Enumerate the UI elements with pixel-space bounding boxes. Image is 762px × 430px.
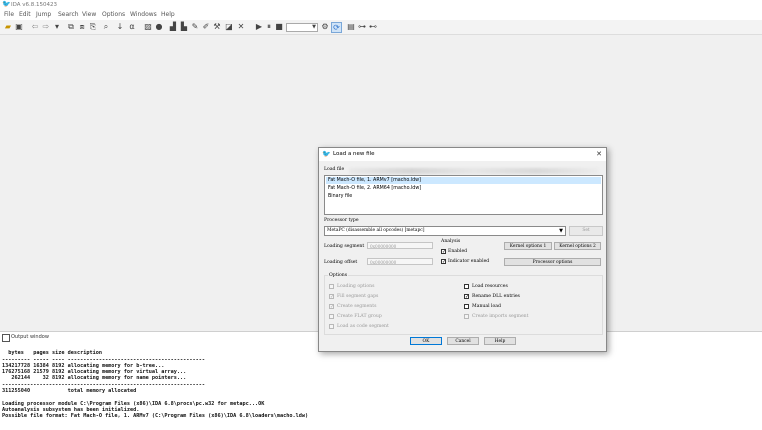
indicator-enabled-label: Indicator enabled (448, 259, 490, 264)
dropdown-arrow-icon[interactable]: ▾ (52, 22, 62, 32)
bar-chart-icon[interactable]: ▙ (179, 22, 189, 32)
create-imports-segment-checkbox (464, 314, 469, 319)
sync-icon[interactable]: ⟳ (331, 22, 342, 33)
loading-options-label: Loading options (337, 284, 375, 289)
processor-type-label: Processor type (324, 218, 359, 223)
output-window-title: Output window (11, 334, 49, 340)
manual-load-label: Manual load (472, 304, 501, 309)
circle-icon[interactable]: ● (154, 22, 164, 32)
output-window[interactable]: bytes pages size description --------- -… (0, 344, 762, 430)
chevron-down-icon: ▼ (312, 24, 316, 30)
manual-load-checkbox[interactable] (464, 304, 469, 309)
enabled-checkbox[interactable]: ✓ (441, 249, 446, 255)
menu-search[interactable]: Search (58, 11, 79, 19)
processor-type-select[interactable]: MetaPC (disassemble all opcodes) [metapc… (324, 226, 566, 236)
cross-icon[interactable]: ✕ (236, 22, 246, 32)
loader-list[interactable]: Fat Mach-O file, 1. ARMv7 [macho.ldw] Fa… (324, 175, 603, 215)
down-arrow-icon[interactable]: ↓ (115, 22, 125, 32)
hex-view-icon[interactable]: ▤ (346, 22, 356, 32)
stop-icon[interactable]: ■ (274, 22, 284, 32)
menu-file[interactable]: File (4, 11, 14, 19)
flow-graph-icon[interactable]: ⊶ (357, 22, 367, 32)
analysis-label: Analysis (441, 239, 461, 244)
loading-segment-label: Loading segment (324, 244, 365, 249)
loading-offset-field[interactable]: 0x00000000 (367, 258, 433, 265)
loading-offset-label: Loading offset (324, 260, 358, 265)
create-imports-segment-label: Create imports segment (472, 314, 529, 319)
menu-edit[interactable]: Edit (19, 11, 31, 19)
enabled-label: Enabled (448, 249, 468, 254)
text-search-icon[interactable]: ⍺ (127, 22, 137, 32)
options-label: Options (328, 273, 349, 279)
create-flat-group-label: Create FLAT group (337, 314, 382, 319)
output-window-icon (2, 334, 10, 342)
menu-options[interactable]: Options (102, 11, 125, 19)
dialog-title: Load a new file (333, 151, 375, 157)
create-segments-label: Create segments (337, 304, 377, 309)
kernel-options-2-button[interactable]: Kernel options 2 (554, 242, 601, 250)
play-icon[interactable]: ▶ (254, 22, 264, 32)
list-item-binary[interactable]: Binary file (326, 193, 601, 200)
help-button[interactable]: Help (484, 337, 516, 345)
ida-dialog-icon: 🐦 (322, 150, 331, 158)
rename-dll-entries-checkbox[interactable]: ✓ (464, 294, 469, 300)
pause-icon[interactable]: ⏸ (264, 22, 274, 32)
tool-icon[interactable]: ⚒ (212, 22, 222, 32)
brush-icon[interactable]: ✐ (201, 22, 211, 32)
menu-help[interactable]: Help (161, 11, 175, 19)
binoculars-icon[interactable]: ⌕ (101, 22, 111, 32)
load-as-code-segment-checkbox (329, 324, 334, 329)
create-segments-checkbox: ✓ (329, 304, 335, 310)
image-icon[interactable]: ▨ (143, 22, 153, 32)
load-file-label: Load file (324, 167, 345, 172)
dialog-title-bar: 🐦 Load a new file ✕ (319, 148, 606, 161)
menu-jump[interactable]: Jump (36, 11, 51, 19)
debugger-select[interactable]: ▼ (286, 23, 318, 32)
close-icon[interactable]: ✕ (596, 150, 602, 159)
chevron-down-icon: ▼ (559, 228, 563, 234)
kernel-options-1-button[interactable]: Kernel options 1 (504, 242, 552, 250)
output-log: bytes pages size description --------- -… (2, 350, 309, 420)
debug-settings-icon[interactable]: ⚙ (320, 22, 330, 32)
list-item-arm64[interactable]: Fat Mach-O file, 2. ARM64 [macho.ldw] (326, 185, 601, 192)
menu-bar: File Edit Jump Search View Options Windo… (0, 10, 762, 20)
call-graph-icon[interactable]: ⊷ (368, 22, 378, 32)
fill-segment-gaps-checkbox: ✓ (329, 294, 335, 300)
pencil-icon[interactable]: ✎ (190, 22, 200, 32)
load-resources-label: Load resources (472, 284, 508, 289)
create-flat-group-checkbox (329, 314, 334, 319)
copy-icon[interactable]: ⧉ (66, 22, 76, 32)
rename-dll-entries-label: Rename DLL entries (472, 294, 520, 299)
forward-arrow-icon[interactable]: ⇨ (41, 22, 51, 32)
list-item-armv7[interactable]: Fat Mach-O file, 1. ARMv7 [macho.ldw] (326, 177, 601, 184)
open-folder-icon[interactable]: ▰ (3, 22, 13, 32)
set-button[interactable]: Set (569, 226, 603, 236)
graph-icon[interactable]: ◪ (224, 22, 234, 32)
load-file-dialog: 🐦 Load a new file ✕ Load file Fat Mach-O… (318, 147, 607, 352)
processor-options-button[interactable]: Processor options (504, 258, 601, 266)
back-arrow-icon[interactable]: ⇦ (30, 22, 40, 32)
title-bar: 🐦 IDA v6.8.150423 (0, 0, 762, 10)
processor-type-value: MetaPC (disassemble all opcodes) [metapc… (327, 228, 425, 233)
clipboard-icon[interactable]: ⎘ (88, 22, 98, 32)
ok-button[interactable]: OK (410, 337, 442, 345)
toolbar: ▰ ▣ ⇦ ⇨ ▾ ⧉ ⧈ ⎘ ⌕ ↓ ⍺ ▨ ● ▟ ▙ ✎ ✐ ⚒ ◪ ✕ … (0, 20, 762, 35)
paste-icon[interactable]: ⧈ (77, 22, 87, 32)
loading-options-checkbox (329, 284, 334, 289)
window-title: IDA v6.8.150423 (11, 2, 58, 8)
chart-icon[interactable]: ▟ (168, 22, 178, 32)
loading-segment-field[interactable]: 0x00000000 (367, 242, 433, 249)
save-icon[interactable]: ▣ (14, 22, 24, 32)
indicator-enabled-checkbox[interactable]: ✓ (441, 259, 446, 265)
fill-segment-gaps-label: Fill segment gaps (337, 294, 379, 299)
ida-app-icon: 🐦 (2, 0, 11, 8)
file-path-redacted (349, 168, 599, 174)
menu-view[interactable]: View (82, 11, 96, 19)
cancel-button[interactable]: Cancel (447, 337, 479, 345)
menu-windows[interactable]: Windows (130, 11, 157, 19)
load-resources-checkbox[interactable] (464, 284, 469, 289)
load-as-code-segment-label: Load as code segment (337, 324, 389, 329)
